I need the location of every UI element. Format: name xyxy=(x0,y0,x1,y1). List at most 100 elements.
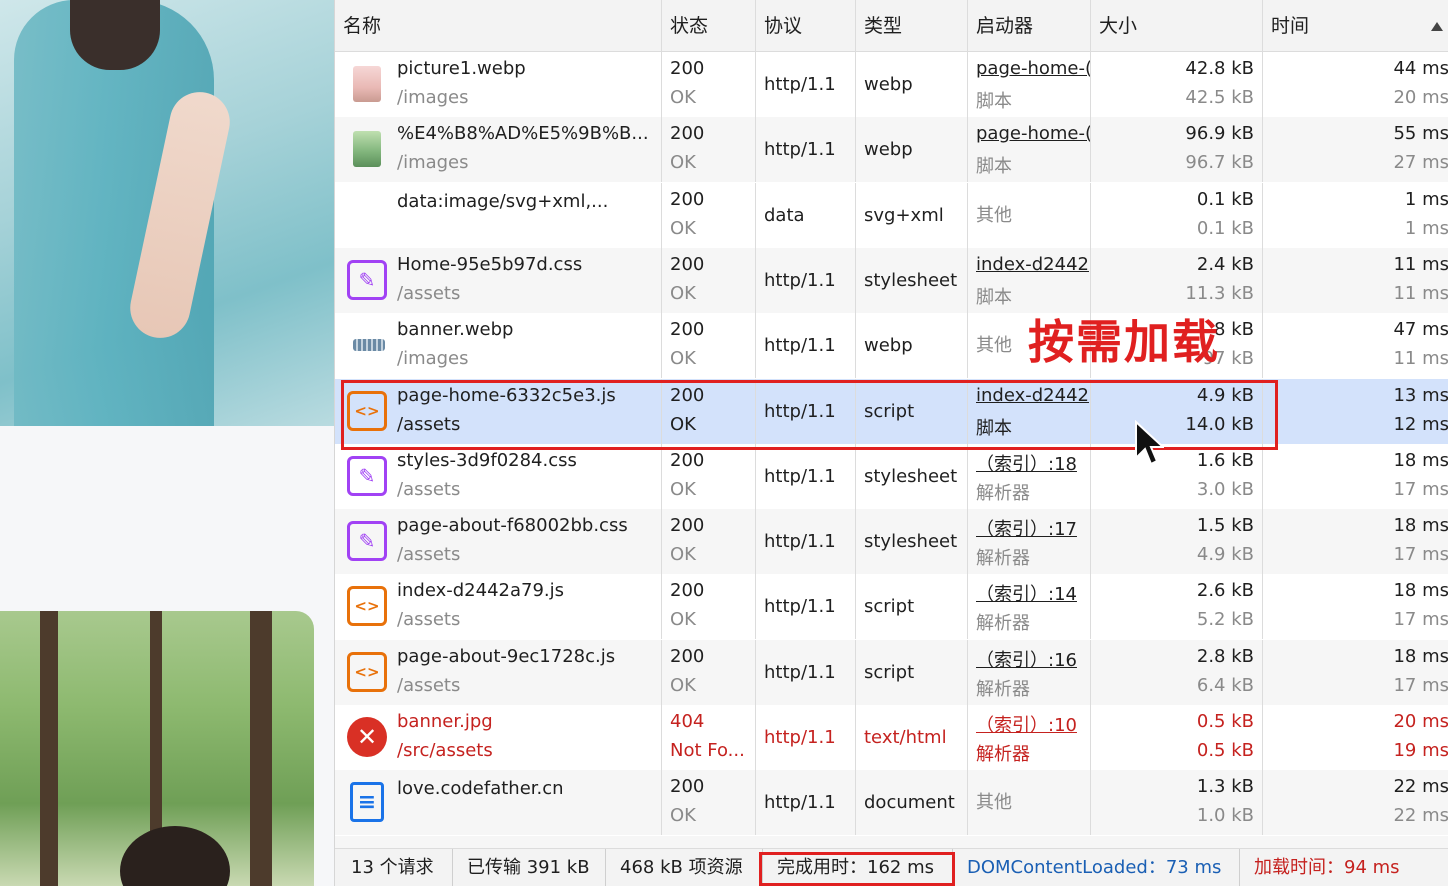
sort-ascending-icon[interactable] xyxy=(1431,22,1443,31)
status-text: OK xyxy=(670,805,696,826)
error-icon: ✕ xyxy=(347,717,387,757)
request-name[interactable]: banner.webp xyxy=(397,319,513,340)
model-photo-top xyxy=(0,0,334,426)
protocol: http/1.1 xyxy=(764,574,836,639)
col-name[interactable]: 名称 xyxy=(335,0,662,52)
initiator-link[interactable]: page-home-( xyxy=(976,123,1091,144)
initiator-link[interactable]: （索引）:14 xyxy=(976,580,1077,606)
table-row[interactable]: ✎page-about-f68002bb.css/assets 200 OK h… xyxy=(335,509,1448,574)
status-text: OK xyxy=(670,283,696,304)
col-time[interactable]: 时间 xyxy=(1263,0,1448,52)
status-code: 200 xyxy=(670,450,704,471)
col-status[interactable]: 状态 xyxy=(662,0,756,52)
table-row[interactable]: ✎styles-3d9f0284.css/assets 200 OK http/… xyxy=(335,444,1448,509)
total-time: 18 ms xyxy=(1393,646,1448,667)
col-size[interactable]: 大小 xyxy=(1091,0,1263,52)
resource-type: script xyxy=(864,379,914,444)
initiator-link[interactable]: index-d2442 xyxy=(976,254,1089,275)
latency-time: 17 ms xyxy=(1393,609,1448,630)
highlight-box-finish-time xyxy=(759,852,955,886)
resource-type: webp xyxy=(864,52,913,117)
latency-time: 27 ms xyxy=(1393,152,1448,173)
initiator-type: 解析器 xyxy=(976,675,1030,701)
request-name[interactable]: data:image/svg+xml,... xyxy=(397,191,608,212)
transferred-size: 已传输 391 kB xyxy=(452,849,590,886)
resource-size: 5.2 kB xyxy=(1197,609,1254,630)
table-row-partial[interactable] xyxy=(335,836,1448,848)
image-thumbnail-icon xyxy=(353,66,381,102)
resources-size: 468 kB 项资源 xyxy=(605,849,743,886)
protocol: http/1.1 xyxy=(764,248,836,313)
status-text: OK xyxy=(670,609,696,630)
table-row[interactable]: ≡love.codefather.cn 200 OK http/1.1 docu… xyxy=(335,770,1448,835)
request-name[interactable]: styles-3d9f0284.css xyxy=(397,450,577,471)
network-panel: 名称 状态 协议 类型 启动器 大小 时间 picture1.webp/imag… xyxy=(334,0,1448,886)
table-row[interactable]: <>index-d2442a79.js/assets 200 OK http/1… xyxy=(335,574,1448,639)
table-header: 名称 状态 协议 类型 启动器 大小 时间 xyxy=(335,0,1448,52)
image-thumbnail-icon xyxy=(353,339,385,351)
initiator-link[interactable]: （索引）:16 xyxy=(976,646,1077,672)
resource-size: 14.0 kB xyxy=(1185,414,1254,435)
request-path: /assets xyxy=(397,414,460,435)
table-row[interactable]: picture1.webp/images 200 OK http/1.1 web… xyxy=(335,52,1448,117)
request-name[interactable]: page-about-f68002bb.css xyxy=(397,515,628,536)
table-row[interactable]: %E4%B8%AD%E5%9B%B.../images 200 OK http/… xyxy=(335,117,1448,182)
table-row[interactable]: ✎Home-95e5b97d.css/assets 200 OK http/1.… xyxy=(335,248,1448,313)
initiator-type: 解析器 xyxy=(976,609,1030,635)
initiator-link[interactable]: page-home-( xyxy=(976,58,1091,79)
transfer-size: 1.5 kB xyxy=(1197,515,1254,536)
initiator-type: 解析器 xyxy=(976,544,1030,570)
initiator-link[interactable]: index-d2442 xyxy=(976,385,1089,406)
protocol: http/1.1 xyxy=(764,313,836,378)
initiator-link[interactable]: （索引）:18 xyxy=(976,450,1077,476)
status-text: OK xyxy=(670,218,696,239)
initiator-type: 其他 xyxy=(976,770,1012,835)
initiator-link[interactable]: （索引）:10 xyxy=(976,711,1077,737)
annotation-label: 按需加载 xyxy=(1028,306,1220,372)
col-initiator[interactable]: 启动器 xyxy=(968,0,1091,52)
table-row[interactable]: ✕banner.jpg/src/assets 404 Not Fo... htt… xyxy=(335,705,1448,770)
request-name[interactable]: %E4%B8%AD%E5%9B%B... xyxy=(397,123,649,144)
resource-size: 1.0 kB xyxy=(1197,805,1254,826)
col-protocol[interactable]: 协议 xyxy=(756,0,856,52)
status-code: 404 xyxy=(670,711,704,732)
initiator-type: 脚本 xyxy=(976,87,1012,113)
request-name[interactable]: index-d2442a79.js xyxy=(397,580,564,601)
table-row[interactable]: data:image/svg+xml,... 200 OK data svg+x… xyxy=(335,183,1448,248)
request-path: /images xyxy=(397,152,469,173)
total-time: 47 ms xyxy=(1393,319,1448,340)
resource-type: script xyxy=(864,640,914,705)
request-name[interactable]: page-home-6332c5e3.js xyxy=(397,385,616,406)
request-name[interactable]: banner.jpg xyxy=(397,711,493,732)
resource-type: document xyxy=(864,770,955,835)
latency-time: 11 ms xyxy=(1393,348,1448,369)
resource-size: 96.7 kB xyxy=(1185,152,1254,173)
transfer-size: 4.9 kB xyxy=(1197,385,1254,406)
table-row[interactable]: <>page-home-6332c5e3.js/assets 200 OK ht… xyxy=(335,379,1448,444)
initiator-type: 其他 xyxy=(976,313,1012,378)
stylesheet-icon: ✎ xyxy=(347,456,387,496)
initiator-link[interactable]: （索引）:17 xyxy=(976,515,1077,541)
request-name[interactable]: page-about-9ec1728c.js xyxy=(397,646,615,667)
latency-time: 12 ms xyxy=(1393,414,1448,435)
request-name[interactable]: love.codefather.cn xyxy=(397,778,564,799)
status-code: 200 xyxy=(670,646,704,667)
request-path: /assets xyxy=(397,609,460,630)
initiator-type: 脚本 xyxy=(976,414,1012,440)
protocol: http/1.1 xyxy=(764,117,836,182)
status-text: OK xyxy=(670,544,696,565)
resource-type: stylesheet xyxy=(864,509,957,574)
resource-type: svg+xml xyxy=(864,183,944,248)
status-code: 200 xyxy=(670,123,704,144)
col-type[interactable]: 类型 xyxy=(856,0,968,52)
resource-type: text/html xyxy=(864,705,947,770)
table-row[interactable]: <>page-about-9ec1728c.js/assets 200 OK h… xyxy=(335,640,1448,705)
load-time: 加载时间：94 ms xyxy=(1239,849,1400,886)
request-name[interactable]: picture1.webp xyxy=(397,58,526,79)
table-row[interactable]: banner.webp/images 200 OK http/1.1 webp其… xyxy=(335,313,1448,378)
status-text: OK xyxy=(670,479,696,500)
resource-size: 42.5 kB xyxy=(1185,87,1254,108)
request-name[interactable]: Home-95e5b97d.css xyxy=(397,254,582,275)
transfer-size: 8 kB xyxy=(1214,319,1254,340)
latency-time: 17 ms xyxy=(1393,544,1448,565)
